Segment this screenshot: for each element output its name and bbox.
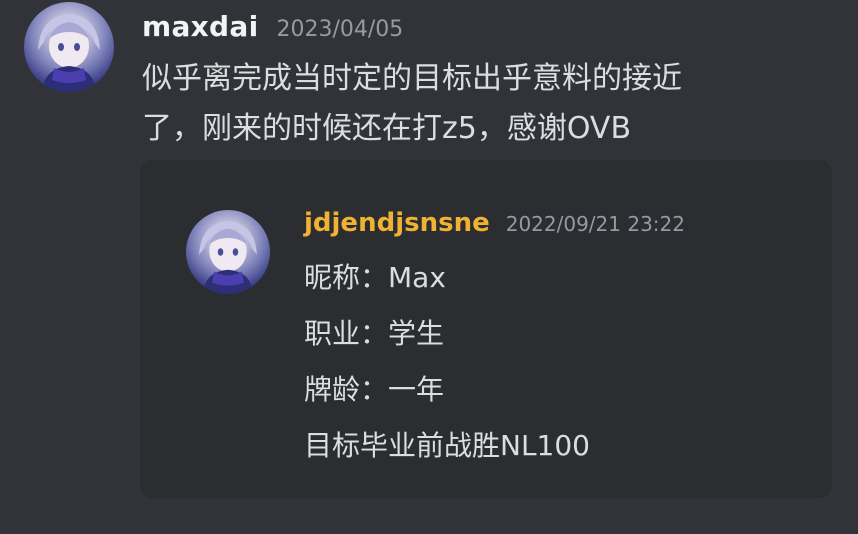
quoted-line: 牌龄：一年	[304, 373, 445, 406]
quoted-line: 职业：学生	[304, 317, 445, 350]
message-header: maxdai 2023/04/05	[142, 10, 403, 46]
message-content: 似乎离完成当时定的目标出乎意料的接近 了，刚来的时候还在打z5，感谢OVB	[142, 54, 822, 154]
quoted-line: 目标毕业前战胜NL100	[304, 429, 590, 462]
quoted-message-content: 昵称：Max 职业：学生 牌龄：一年 目标毕业前战胜NL100	[304, 250, 590, 474]
message-timestamp: 2023/04/05	[276, 17, 404, 42]
anime-avatar-icon	[199, 221, 257, 294]
quoted-author-avatar[interactable]	[186, 210, 270, 294]
quoted-message-header: jdjendjsnsne 2022/09/21 23:22	[304, 208, 685, 238]
anime-avatar-icon	[38, 14, 100, 92]
message-line: 了，刚来的时候还在打z5，感谢OVB	[142, 111, 632, 146]
author-username[interactable]: maxdai	[142, 10, 258, 43]
quoted-message-timestamp: 2022/09/21 23:22	[505, 212, 685, 236]
quoted-line: 昵称：Max	[304, 261, 446, 294]
message-line: 似乎离完成当时定的目标出乎意料的接近	[142, 61, 682, 96]
quoted-author-username[interactable]: jdjendjsnsne	[304, 208, 490, 238]
author-avatar[interactable]	[24, 2, 114, 92]
chat-message: maxdai 2023/04/05 似乎离完成当时定的目标出乎意料的接近 了，刚…	[0, 0, 858, 534]
